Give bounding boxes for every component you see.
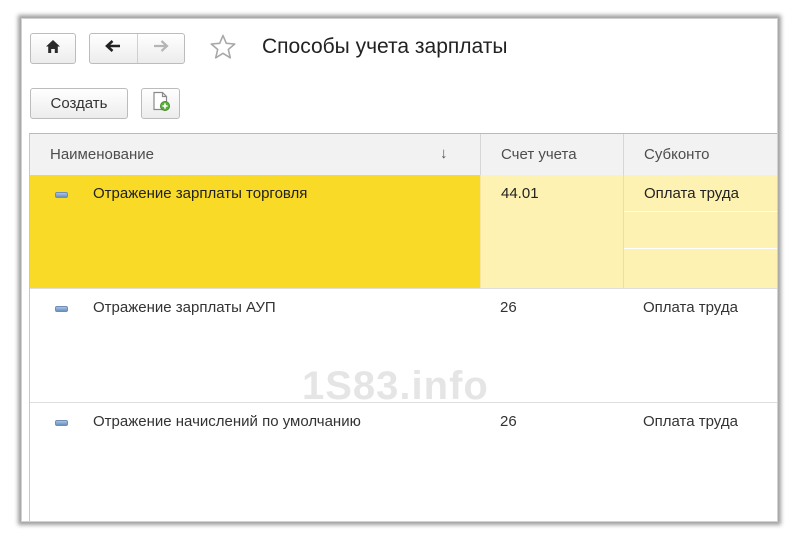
table-header: Наименование ↓ Счет учета Субконто [30,134,777,176]
row-name: Отражение начислений по умолчанию [93,413,361,430]
sort-down-icon[interactable]: ↓ [440,134,448,173]
home-icon [45,39,61,59]
forward-button[interactable] [136,34,185,63]
row-account: 26 [500,299,517,316]
row-subconto: Оплата труда [643,413,738,430]
cell-account: 26 [480,403,623,521]
home-button[interactable] [30,33,76,64]
cell-account: 44.01 [480,175,623,288]
row-subconto: Оплата труда [643,299,738,316]
copy-button[interactable] [141,88,180,119]
star-icon [209,33,237,66]
column-header-account[interactable]: Счет учета [480,134,623,175]
cell-name: Отражение зарплаты АУП [30,289,480,402]
row-name: Отражение зарплаты АУП [93,299,276,316]
cell-name: Отражение начислений по умолчанию [30,403,480,521]
cell-account: 26 [480,289,623,402]
favorite-button[interactable] [208,34,238,64]
column-header-name[interactable]: Наименование [30,134,480,175]
subconto-divider [624,211,777,212]
page-title: Способы учета зарплаты [262,35,508,58]
data-table: Наименование ↓ Счет учета Субконто Отраж… [29,133,777,521]
row-marker-icon [55,306,68,312]
row-account: 44.01 [501,185,539,202]
app-window: Способы учета зарплаты Создать Наименова… [21,18,778,522]
cell-subconto: Оплата труда [623,403,777,521]
table-row[interactable]: Отражение зарплаты торговля 44.01 Оплата… [30,175,777,289]
table-row[interactable]: Отражение начислений по умолчанию 26 Опл… [30,403,777,521]
create-button[interactable]: Создать [30,88,128,119]
back-button[interactable] [90,34,137,63]
row-account: 26 [500,413,517,430]
arrow-left-icon [104,39,122,58]
row-marker-icon [55,420,68,426]
row-name: Отражение зарплаты торговля [93,185,308,202]
table-row[interactable]: Отражение зарплаты АУП 26 Оплата труда [30,289,777,403]
document-add-icon [151,91,171,117]
history-navigation [89,33,185,64]
row-marker-icon [55,192,68,198]
arrow-right-icon [152,39,170,58]
cell-name: Отражение зарплаты торговля [30,175,480,288]
row-subconto: Оплата труда [644,185,739,202]
cell-subconto: Оплата труда [623,175,777,288]
cell-subconto: Оплата труда [623,289,777,402]
column-header-subconto[interactable]: Субконто [623,134,777,175]
subconto-divider [624,248,777,249]
